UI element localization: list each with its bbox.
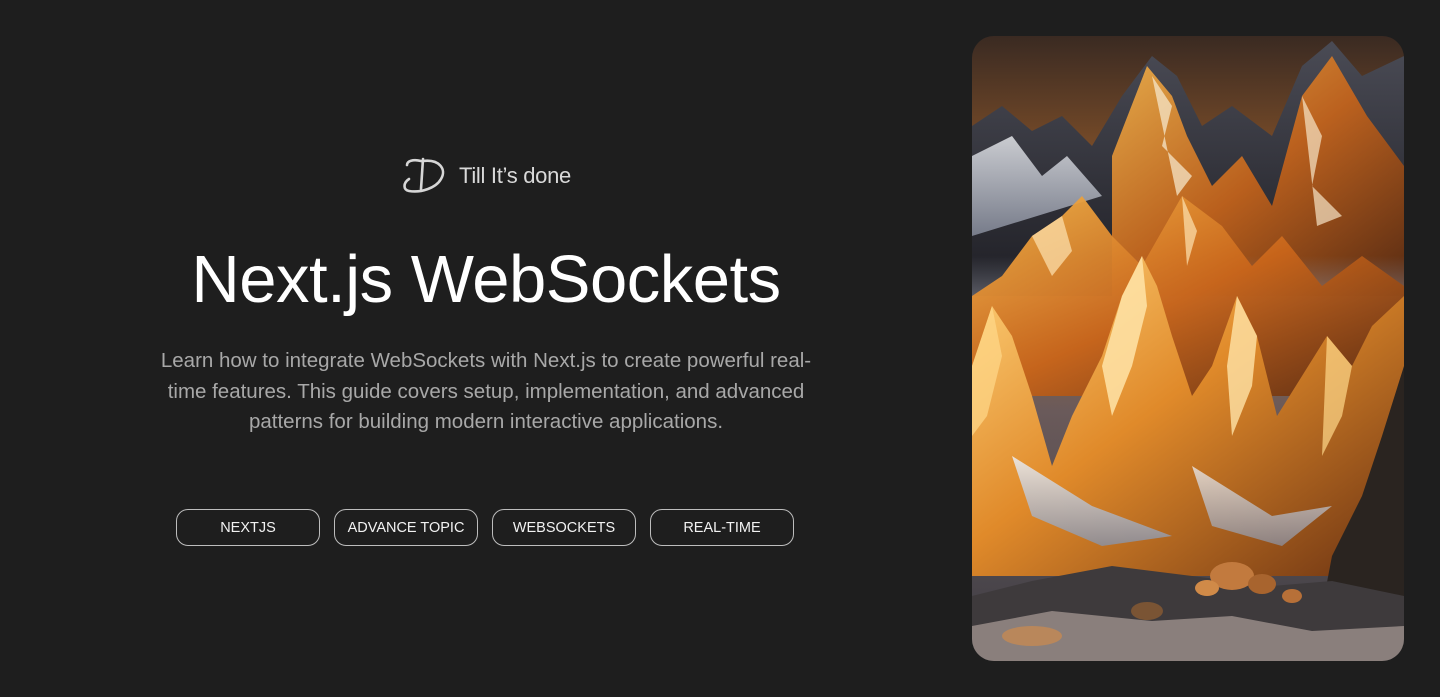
page: Till It’s done Next.js WebSockets Learn … <box>0 0 1440 697</box>
tag-advance-topic[interactable]: ADVANCE TOPIC <box>334 509 478 546</box>
tag-nextjs[interactable]: NEXTJS <box>176 509 320 546</box>
tag-real-time[interactable]: REAL-TIME <box>650 509 794 546</box>
td-logo-icon <box>401 155 449 197</box>
page-title: Next.js WebSockets <box>191 242 781 317</box>
mountain-illustration <box>972 36 1404 661</box>
tag-list: NEXTJS ADVANCE TOPIC WEBSOCKETS REAL-TIM… <box>176 509 794 546</box>
brand-name: Till It’s done <box>459 163 571 188</box>
page-description: Learn how to integrate WebSockets with N… <box>160 349 812 433</box>
brand[interactable]: Till It’s done <box>160 155 812 197</box>
tag-websockets[interactable]: WEBSOCKETS <box>492 509 636 546</box>
hero-image <box>972 36 1404 661</box>
hero-content: Till It’s done Next.js WebSockets Learn … <box>160 0 812 697</box>
